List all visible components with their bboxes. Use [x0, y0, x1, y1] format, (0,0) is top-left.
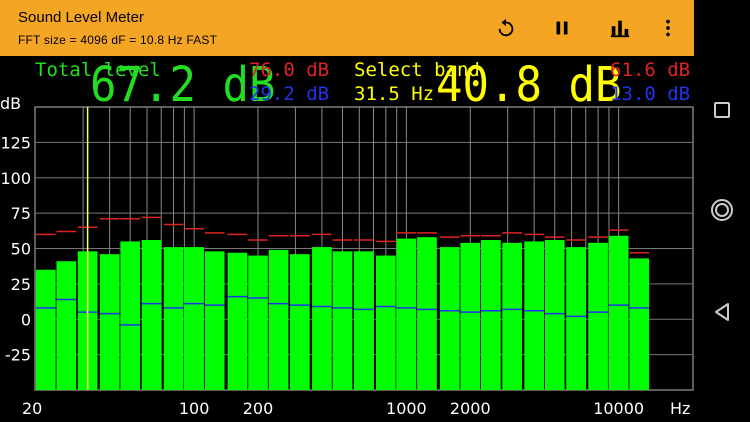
spectrum-bar — [353, 251, 374, 390]
spectrum-bar — [141, 240, 162, 390]
spectrum-bar — [332, 251, 353, 390]
spectrum-bar — [312, 247, 332, 390]
x-tick-label: 2000 — [450, 399, 491, 418]
spectrum-bar — [290, 254, 310, 390]
spectrum-bar — [99, 254, 120, 390]
spectrum-bar — [417, 237, 437, 390]
home-icon[interactable] — [704, 192, 740, 228]
spectrum-bar — [227, 252, 248, 390]
y-tick-label: 0 — [21, 310, 31, 329]
spectrum-bar — [502, 242, 523, 390]
spectrum-bar — [120, 241, 141, 390]
y-axis-label: dB — [0, 94, 21, 113]
app-bar: Sound Level Meter FFT size = 4096 dF = 1… — [0, 0, 694, 56]
y-tick-label: 75 — [11, 204, 31, 223]
spectrum-bar — [460, 242, 481, 390]
total-min-value: 29.2 dB — [249, 83, 330, 105]
x-tick-label: 100 — [179, 399, 210, 418]
spectrum-bar — [524, 241, 545, 390]
app-title: Sound Level Meter — [18, 9, 144, 26]
select-max-value: 61.6 dB — [610, 59, 691, 81]
recents-icon[interactable] — [704, 92, 740, 128]
total-level-value: 67.2 dB — [90, 57, 276, 114]
x-tick-label: 1000 — [386, 399, 427, 418]
spectrum-bar — [544, 240, 565, 390]
pause-icon[interactable] — [546, 12, 578, 44]
spectrum-bar — [163, 247, 184, 390]
select-band-frequency: 31.5 Hz — [354, 83, 435, 105]
spectrum-bar — [248, 255, 268, 390]
spectrum-bar — [629, 258, 650, 390]
spectrum-bar — [375, 255, 396, 390]
x-tick-label: 200 — [243, 399, 274, 418]
spectrum-bar — [439, 247, 460, 390]
spectrum-bar — [566, 247, 586, 390]
spectrum-bar — [396, 238, 417, 390]
total-max-value: 76.0 dB — [249, 59, 330, 81]
x-unit-label: Hz — [670, 399, 690, 418]
more-vert-icon[interactable] — [652, 12, 684, 44]
back-icon[interactable] — [704, 294, 740, 330]
spectrum-bar — [268, 249, 289, 390]
bar-chart-icon[interactable] — [604, 12, 636, 44]
select-min-value: 13.0 dB — [610, 83, 691, 105]
y-tick-label: -25 — [5, 346, 31, 365]
spectrum-bar — [184, 247, 204, 390]
spectrum-bar — [481, 240, 501, 390]
y-tick-label: 50 — [11, 240, 31, 259]
replay-icon[interactable] — [490, 12, 522, 44]
x-tick-label: 20 — [22, 399, 42, 418]
y-tick-label: 100 — [0, 169, 31, 188]
spectrum-bar — [35, 269, 56, 390]
system-nav-bar — [694, 0, 750, 422]
spectrum-bar — [204, 251, 225, 390]
fft-settings-label: FFT size = 4096 dF = 10.8 Hz FAST — [18, 33, 218, 47]
spectrum-bar — [588, 242, 608, 390]
spectrum-bar — [56, 261, 77, 390]
y-tick-label: 25 — [11, 275, 31, 294]
x-tick-label: 10000 — [593, 399, 644, 418]
select-band-value: 40.8 dB — [436, 57, 622, 114]
spectrum-bar — [608, 235, 629, 390]
y-tick-label: 125 — [0, 133, 31, 152]
